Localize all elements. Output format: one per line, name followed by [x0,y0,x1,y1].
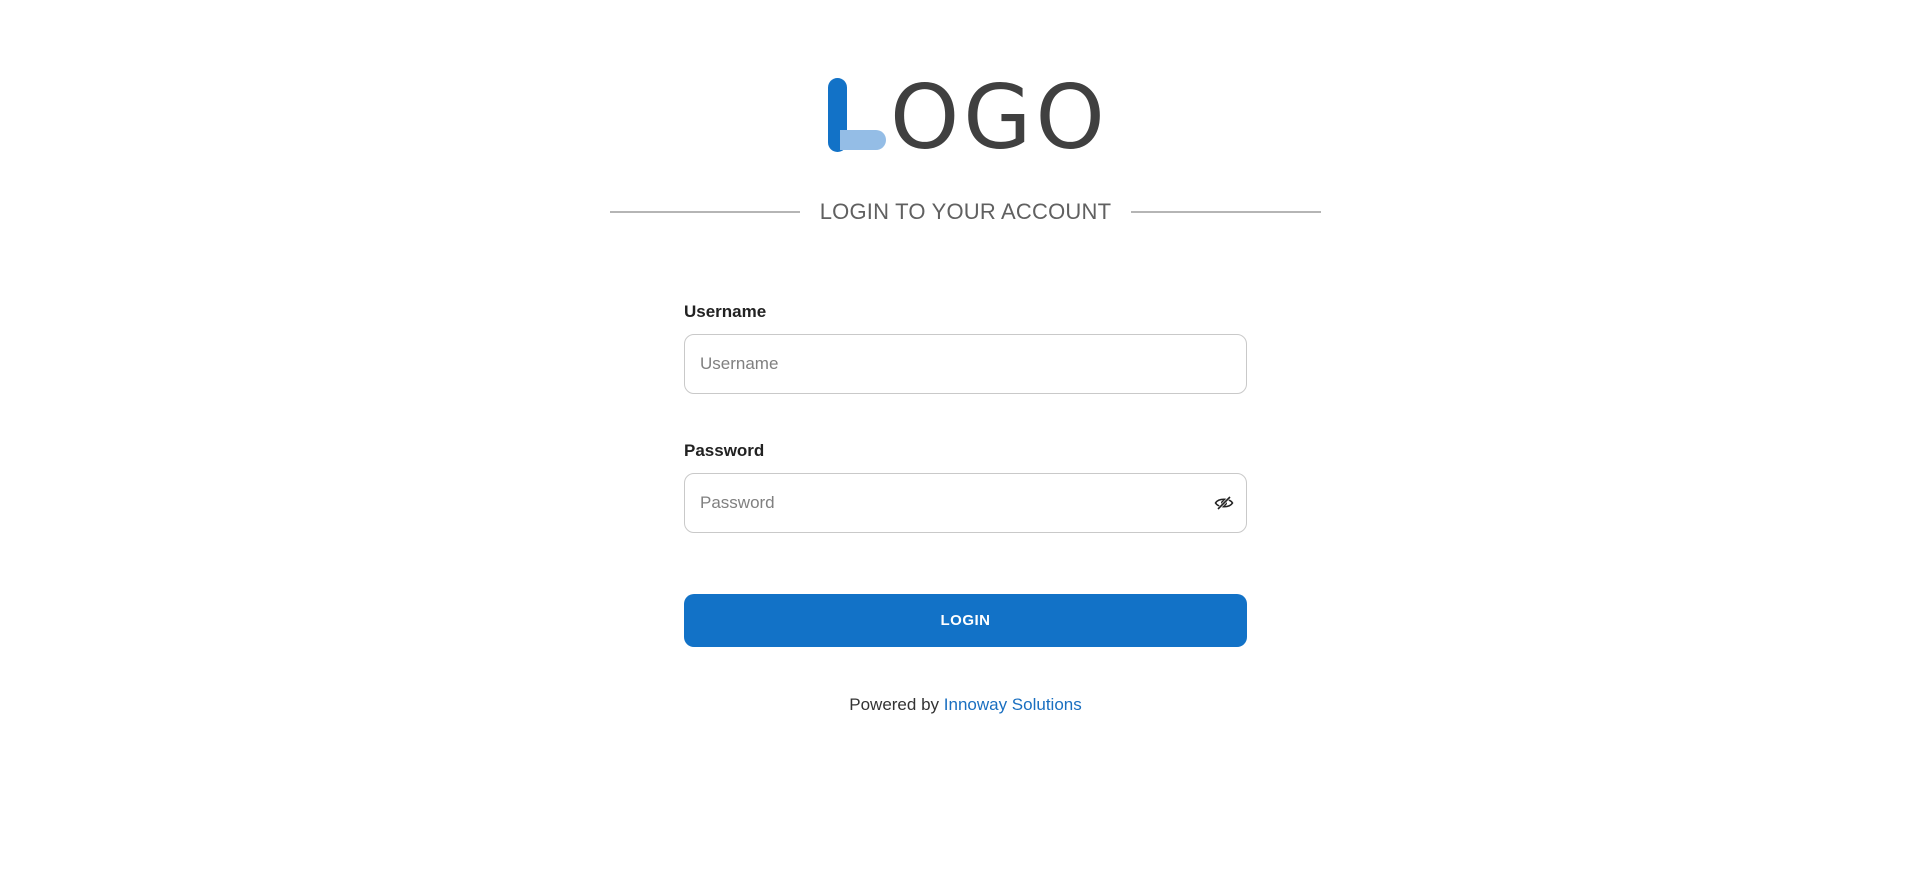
logo-wordmark: OGO [890,66,1109,169]
username-block: Username [684,298,1247,394]
company-link[interactable]: Innoway Solutions [944,695,1082,714]
heading-divider-left [610,211,800,213]
heading-divider-right [1131,211,1321,213]
page-title: LOGIN TO YOUR ACCOUNT [819,199,1112,224]
brand-logo: OGO [828,70,1105,166]
password-input[interactable] [685,474,1246,532]
password-label: Password [684,441,765,460]
login-form: Username Password LOGIN [684,298,1247,717]
password-field-wrapper [684,473,1247,533]
username-input[interactable] [685,335,1246,393]
eye-slash-icon[interactable] [1214,493,1234,513]
powered-by-text: Powered by [849,695,940,714]
password-block: Password [684,437,1247,533]
logo-letter-l-foot [840,130,886,150]
login-page: OGO LOGIN TO YOUR ACCOUNT Username Passw… [0,0,1919,875]
powered-by-footer: Powered by Innoway Solutions [684,693,1247,717]
login-button[interactable]: LOGIN [684,594,1247,647]
username-label: Username [684,302,767,321]
username-field-wrapper [684,334,1247,394]
login-heading: LOGIN TO YOUR ACCOUNT [610,196,1321,228]
